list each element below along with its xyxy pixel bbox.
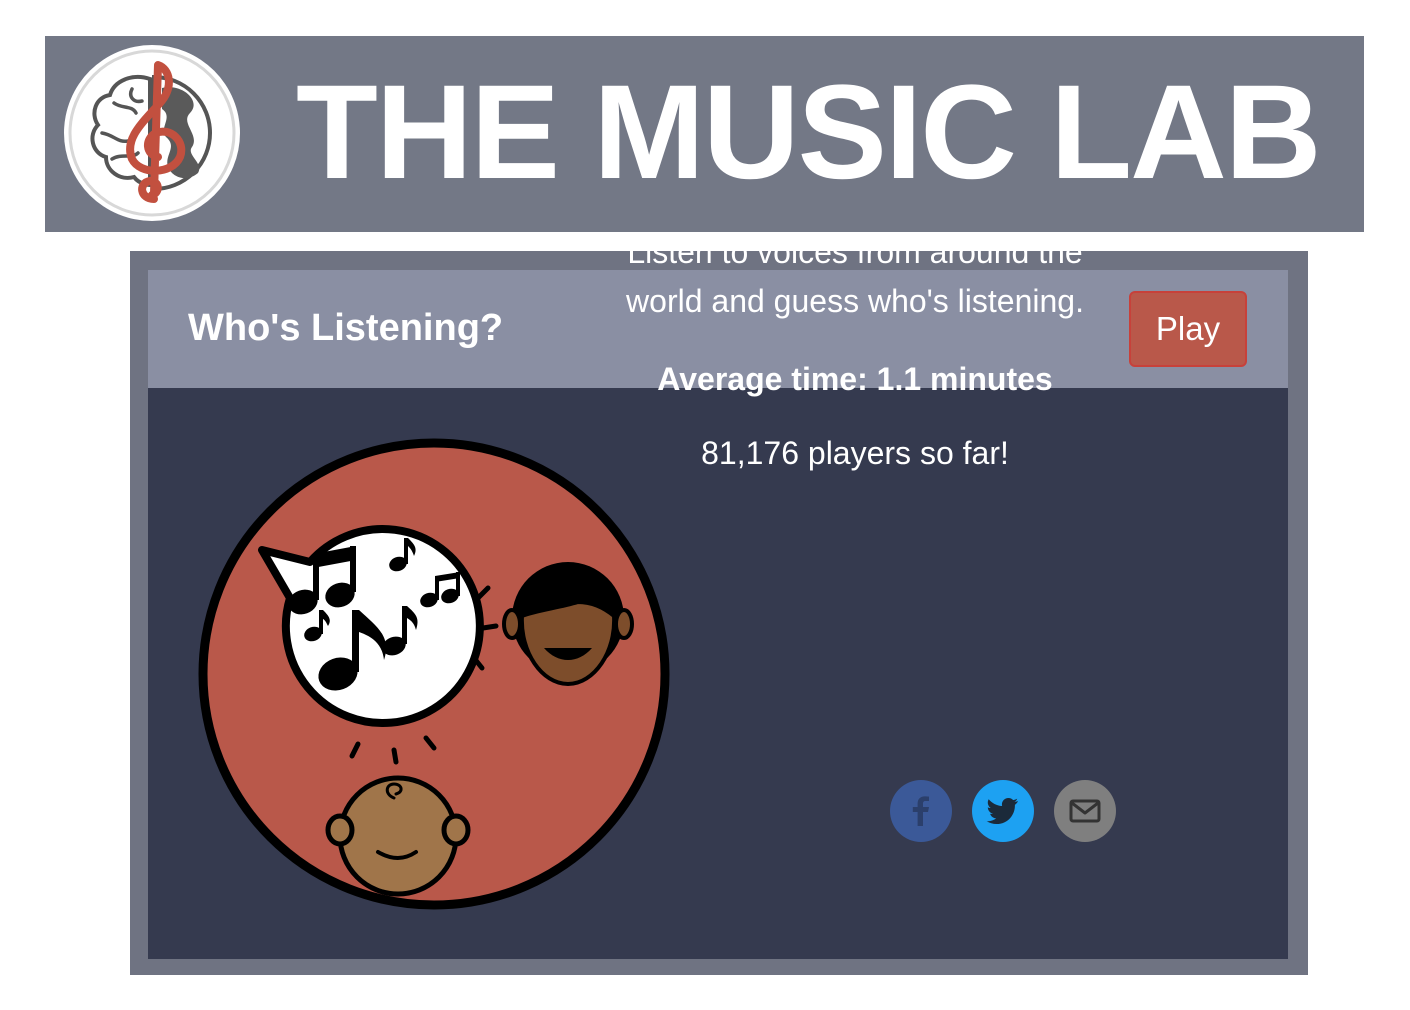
facebook-share-button[interactable] — [890, 780, 952, 842]
email-share-button[interactable] — [1054, 780, 1116, 842]
site-title[interactable]: THE MUSIC LAB — [296, 58, 1358, 208]
average-time: Average time: 1.1 minutes — [657, 361, 1053, 397]
game-info: Listen to voices from around the world a… — [590, 228, 1120, 473]
brain-treble-clef-globe-icon — [64, 45, 240, 221]
music-lab-logo[interactable] — [62, 43, 242, 223]
player-count: 81,176 players so far! — [701, 435, 1009, 471]
email-icon — [1069, 799, 1101, 823]
share-buttons — [890, 780, 1118, 844]
page: THE MUSIC LAB Who's Listening? Play List… — [0, 0, 1410, 1010]
facebook-icon — [912, 796, 929, 826]
game-description: Listen to voices from around the world a… — [626, 234, 1084, 319]
game-title: Who's Listening? — [188, 307, 504, 349]
twitter-icon — [986, 798, 1018, 824]
game-illustration[interactable] — [198, 438, 670, 910]
twitter-share-button[interactable] — [972, 780, 1034, 842]
play-button[interactable]: Play — [1129, 291, 1247, 367]
singing-voice-listeners-icon — [198, 438, 670, 910]
